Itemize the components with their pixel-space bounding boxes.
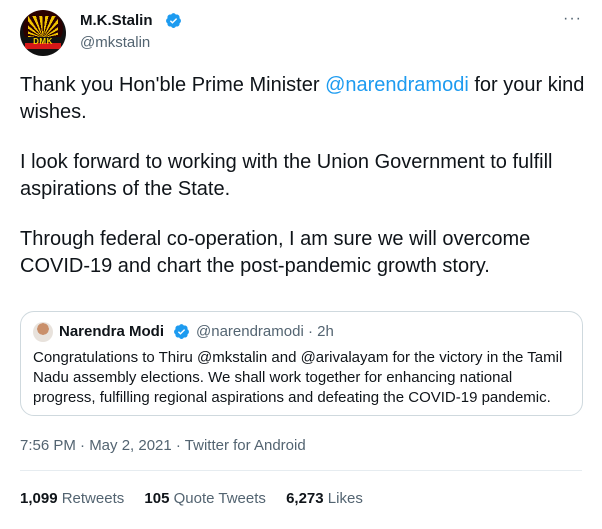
quoted-author-name: Narendra Modi <box>59 323 165 340</box>
tweet-paragraph-1: Thank you Hon'ble Prime Minister @narend… <box>20 72 585 126</box>
divider <box>20 470 582 471</box>
likes-count: 6,273 <box>286 490 324 507</box>
retweets-label: Retweets <box>61 490 125 507</box>
quoted-tweet[interactable]: Narendra Modi @narendramodi · 2h Congrat… <box>20 311 583 416</box>
likes-label: Likes <box>327 490 363 507</box>
tweet-paragraph-1-prefix: Thank you Hon'ble Prime Minister <box>20 74 326 96</box>
engagement-stats: 1,099 Retweets 105 Quote Tweets 6,273 Li… <box>20 490 379 507</box>
quoted-tweet-text: Congratulations to Thiru @mkstalin and @… <box>33 349 563 406</box>
tweet-text: Thank you Hon'ble Prime Minister @narend… <box>20 72 585 280</box>
more-options-icon[interactable]: ··· <box>563 10 582 28</box>
tweet-paragraph-2: I look forward to working with the Union… <box>20 151 553 200</box>
author-handle[interactable]: @mkstalin <box>80 34 150 51</box>
verified-badge-icon <box>166 13 181 28</box>
verified-badge-icon <box>174 324 189 339</box>
tweet-timestamp[interactable]: 7:56 PM · May 2, 2021 · Twitter for Andr… <box>20 437 306 454</box>
quote-tweets-count: 105 <box>144 490 170 507</box>
tweet-card: DMK M.K.Stalin @mkstalin ··· Thank you H… <box>0 0 602 529</box>
rising-sun-emblem <box>28 16 58 38</box>
tweet-paragraph-3: Through federal co-operation, I am sure … <box>20 228 531 277</box>
tweet-header: DMK M.K.Stalin @mkstalin ··· <box>20 8 582 56</box>
quote-tweets-stat[interactable]: 105 Quote Tweets <box>144 490 265 507</box>
author-avatar[interactable]: DMK <box>20 10 66 56</box>
author-display-name[interactable]: M.K.Stalin <box>80 12 153 29</box>
retweets-stat[interactable]: 1,099 Retweets <box>20 490 124 507</box>
avatar-logo-text: DMK <box>33 37 53 46</box>
retweets-count: 1,099 <box>20 490 58 507</box>
mention-link[interactable]: @narendramodi <box>325 74 469 96</box>
quote-tweets-label: Quote Tweets <box>173 490 266 507</box>
quoted-author-avatar <box>33 322 53 342</box>
quoted-author-handle: @narendramodi · 2h <box>196 323 334 340</box>
likes-stat[interactable]: 6,273 Likes <box>286 490 363 507</box>
